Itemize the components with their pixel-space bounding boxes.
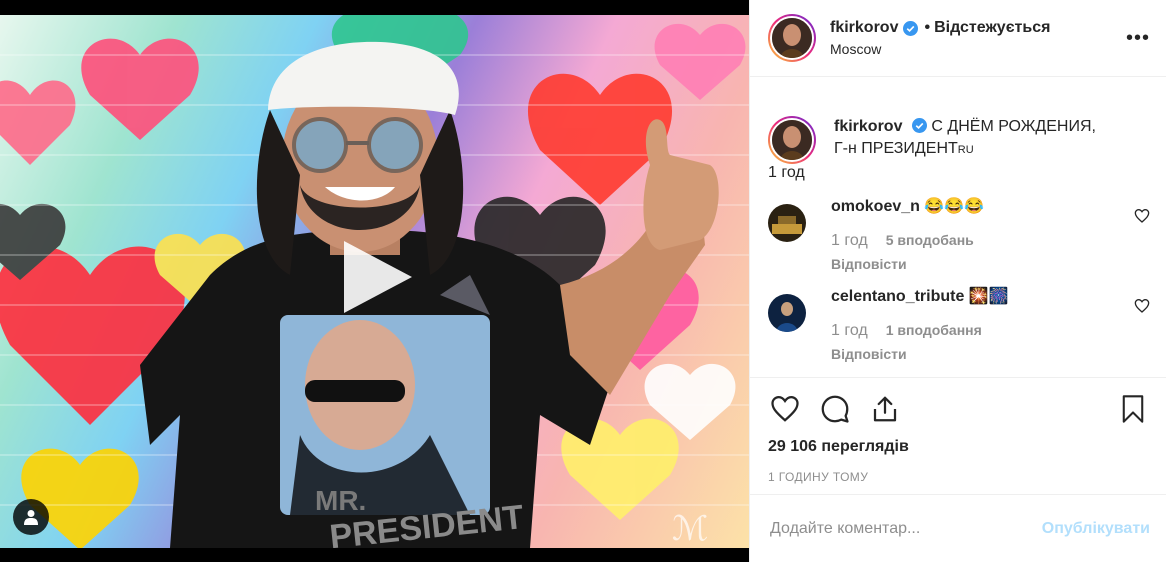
- shirt-text-1: MR.: [315, 485, 366, 516]
- comment-likes[interactable]: 1 вподобання: [886, 322, 982, 340]
- share-button[interactable]: [868, 392, 902, 426]
- post-caption: fkirkorov С ДНЁМ РОЖДЕНИЯ, Г-н ПРЕЗИДЕНТ…: [768, 78, 1150, 164]
- comment-input[interactable]: [770, 519, 1042, 538]
- verified-badge-icon: [903, 20, 919, 36]
- caption-avatar[interactable]: [768, 116, 816, 164]
- more-options-icon: •••: [1126, 26, 1151, 49]
- author-username[interactable]: fkirkorov: [830, 19, 898, 37]
- watermark: ℳ: [672, 509, 708, 548]
- verified-badge-icon: [911, 118, 927, 133]
- flag-ru: RU: [957, 144, 974, 156]
- comment-button[interactable]: [818, 392, 852, 426]
- post-dialog: MR. PRESIDENT ℳ fkirkorov • Відстежуєтьс…: [0, 0, 1166, 562]
- post-media[interactable]: MR. PRESIDENT ℳ: [0, 0, 749, 562]
- add-comment-bar: Опублікувати: [750, 494, 1166, 562]
- comment-likes[interactable]: 5 вподобань: [886, 232, 974, 250]
- post-header: fkirkorov • Відстежується Moscow •••: [750, 0, 1166, 77]
- commenter-avatar[interactable]: [768, 204, 806, 242]
- post-timestamp[interactable]: 1 ГОДИНУ ТОМУ: [768, 470, 1150, 484]
- post-actions: 29 106 переглядів 1 ГОДИНУ ТОМУ: [750, 377, 1166, 484]
- comment-time[interactable]: 1 год: [831, 322, 868, 340]
- bookmark-icon: [1122, 395, 1144, 423]
- play-button[interactable]: [338, 237, 418, 317]
- reply-button[interactable]: Відповісти: [831, 346, 1134, 362]
- comment-bubble-icon: [821, 395, 849, 423]
- caption-text-line2: Г-н ПРЕЗИДЕНТ: [834, 140, 958, 157]
- caption-username[interactable]: fkirkorov: [834, 118, 902, 135]
- publish-button[interactable]: Опублікувати: [1042, 520, 1150, 538]
- commenter-avatar[interactable]: [768, 294, 806, 332]
- comment-heart-icon[interactable]: [1134, 298, 1150, 314]
- author-avatar[interactable]: [768, 14, 816, 62]
- comment-username[interactable]: omokoev_n: [831, 198, 920, 215]
- heart-icon: [771, 395, 799, 422]
- reply-button[interactable]: Відповісти: [831, 256, 1134, 272]
- like-button[interactable]: [768, 392, 802, 426]
- view-count[interactable]: 29 106 переглядів: [768, 438, 1150, 456]
- caption-time[interactable]: 1 год: [768, 164, 1150, 182]
- play-icon: [344, 241, 412, 313]
- post-location[interactable]: Moscow: [830, 41, 1126, 57]
- comment-text: 🎇🎆: [968, 288, 1009, 305]
- user-tag-button[interactable]: [13, 499, 49, 535]
- caption-text-line1: С ДНЁМ РОЖДЕНИЯ,: [931, 118, 1096, 135]
- post-side-panel: fkirkorov • Відстежується Moscow ••• fki…: [749, 0, 1166, 562]
- save-button[interactable]: [1116, 392, 1150, 426]
- comment-username[interactable]: celentano_tribute: [831, 288, 964, 305]
- comment-time[interactable]: 1 год: [831, 232, 868, 250]
- comment-item: celentano_tribute 🎇🎆 1 год 1 вподобання …: [768, 286, 1150, 362]
- comment-heart-icon[interactable]: [1134, 208, 1150, 224]
- more-options-button[interactable]: •••: [1126, 26, 1150, 50]
- user-tag-icon: [24, 510, 38, 525]
- comments-list[interactable]: fkirkorov С ДНЁМ РОЖДЕНИЯ, Г-н ПРЕЗИДЕНТ…: [750, 78, 1166, 372]
- comment-text: 😂😂😂: [924, 198, 985, 215]
- share-icon: [873, 396, 897, 422]
- separator-dot: •: [924, 19, 931, 36]
- comment-item: omokoev_n 😂😂😂 1 год 5 вподобань Відповіс…: [768, 196, 1150, 272]
- follow-status-button[interactable]: Відстежується: [934, 19, 1050, 37]
